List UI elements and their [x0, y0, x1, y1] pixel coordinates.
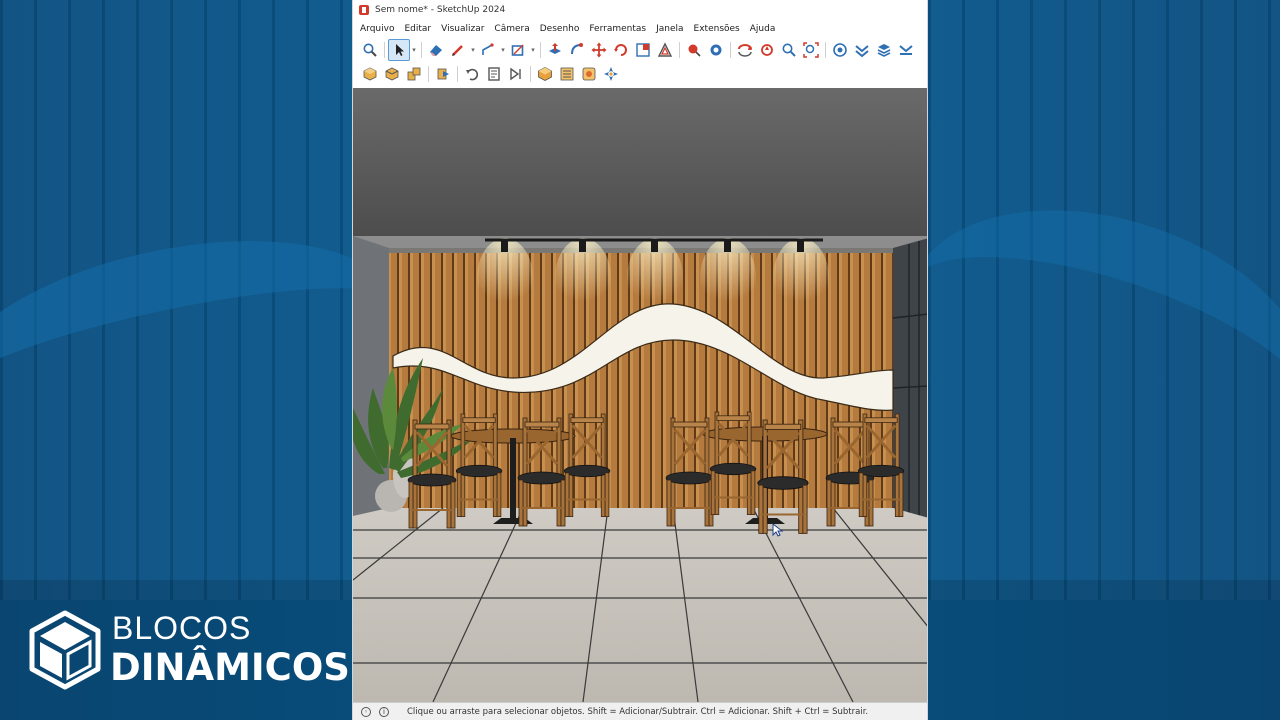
toolbar-separator	[679, 42, 680, 58]
offset-icon[interactable]	[654, 39, 676, 61]
menu-bar: Arquivo Editar Visualizar Câmera Desenho…	[353, 20, 927, 38]
toolbar-separator	[384, 42, 385, 58]
title-bar: Sem nome* - SketchUp 2024	[353, 0, 927, 20]
push-pull-icon[interactable]	[544, 39, 566, 61]
move-icon[interactable]	[588, 39, 610, 61]
tape-measure-icon[interactable]	[683, 39, 705, 61]
components-icon[interactable]	[829, 39, 851, 61]
menu-ajuda[interactable]: Ajuda	[749, 23, 777, 35]
orbit-icon[interactable]	[734, 39, 756, 61]
search-icon[interactable]	[359, 39, 381, 61]
logo-text-line2: DINÂMICOS	[110, 646, 350, 689]
component-box-icon[interactable]	[534, 63, 556, 85]
ceiling	[353, 88, 927, 236]
outliner-icon[interactable]	[600, 63, 622, 85]
sketchup-window: Sem nome* - SketchUp 2024 Arquivo Editar…	[352, 0, 928, 720]
main-toolbar: ▾ ▾ ▾ ▾	[353, 38, 927, 62]
materials-icon[interactable]	[578, 63, 600, 85]
select-icon[interactable]	[388, 39, 410, 61]
styles-icon[interactable]	[851, 39, 873, 61]
toolbar-separator	[457, 66, 458, 82]
layers-icon[interactable]	[873, 39, 895, 61]
layers-panel-icon[interactable]	[556, 63, 578, 85]
menu-camera[interactable]: Câmera	[493, 23, 530, 35]
pan-icon[interactable]	[756, 39, 778, 61]
info-icon[interactable]: i	[379, 706, 389, 717]
3d-viewport[interactable]	[353, 88, 927, 702]
toolbar-separator	[825, 42, 826, 58]
menu-desenho[interactable]: Desenho	[539, 23, 581, 35]
rectangle-icon[interactable]	[507, 39, 529, 61]
follow-me-icon[interactable]	[566, 39, 588, 61]
sketchup-app-icon	[359, 5, 369, 15]
front-view-icon[interactable]	[403, 63, 425, 85]
menu-visualizar[interactable]: Visualizar	[440, 23, 485, 35]
toolbar-separator	[421, 42, 422, 58]
secondary-toolbar	[353, 62, 927, 86]
menu-janela[interactable]: Janela	[655, 23, 684, 35]
logo-text-line1: BLOCOS	[112, 610, 252, 646]
menu-extensoes[interactable]: Extensões	[693, 23, 741, 35]
chevron-down-icon[interactable]: ▾	[529, 46, 537, 54]
window-title: Sem nome* - SketchUp 2024	[375, 5, 506, 15]
menu-editar[interactable]: Editar	[403, 23, 432, 35]
zoom-icon[interactable]	[778, 39, 800, 61]
pencil-icon[interactable]	[447, 39, 469, 61]
toolbar-separator	[428, 66, 429, 82]
cube-logo-icon	[29, 610, 101, 690]
paint-bucket-icon[interactable]	[705, 39, 727, 61]
undo-icon[interactable]	[461, 63, 483, 85]
iso-view-icon[interactable]	[359, 63, 381, 85]
menu-arquivo[interactable]: Arquivo	[359, 23, 395, 35]
chevron-down-icon[interactable]: ▾	[410, 46, 418, 54]
scenes-icon[interactable]	[895, 39, 917, 61]
menu-ferramentas[interactable]: Ferramentas	[588, 23, 647, 35]
model-info-icon[interactable]	[483, 63, 505, 85]
section-plane-icon[interactable]	[432, 63, 454, 85]
scene-render	[353, 88, 927, 702]
status-bar: ◦ i Clique ou arraste para selecionar ob…	[353, 702, 927, 720]
chevron-down-icon[interactable]: ▾	[499, 46, 507, 54]
line-icon[interactable]	[477, 39, 499, 61]
zoom-extents-icon[interactable]	[800, 39, 822, 61]
toolbar-separator	[730, 42, 731, 58]
scale-icon[interactable]	[632, 39, 654, 61]
chevron-down-icon[interactable]: ▾	[469, 46, 477, 54]
geo-location-icon[interactable]: ◦	[361, 706, 371, 717]
toolbar-separator	[530, 66, 531, 82]
floor	[353, 508, 927, 702]
toolbar-separator	[540, 42, 541, 58]
display-section-icon[interactable]	[505, 63, 527, 85]
eraser-icon[interactable]	[425, 39, 447, 61]
rotate-icon[interactable]	[610, 39, 632, 61]
top-view-icon[interactable]	[381, 63, 403, 85]
brand-logo: BLOCOS DINÂMICOS	[28, 610, 350, 694]
status-hint: Clique ou arraste para selecionar objeto…	[407, 706, 869, 717]
